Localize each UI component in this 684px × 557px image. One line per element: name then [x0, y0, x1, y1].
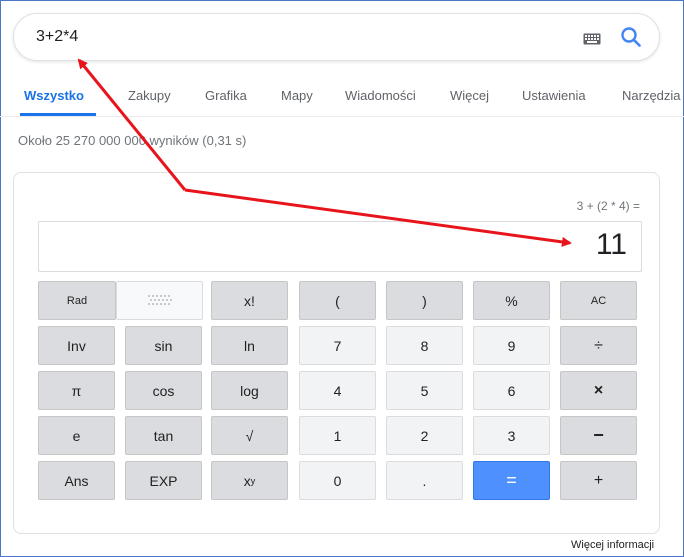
search-box[interactable]: 3+2*4 — [13, 13, 660, 61]
deg-toggle-button[interactable] — [116, 281, 203, 320]
digit-8-button[interactable]: 8 — [386, 326, 463, 365]
calculator-display: 11 — [38, 221, 642, 272]
digit-0-button[interactable]: 0 — [299, 461, 376, 500]
inv-button[interactable]: Inv — [38, 326, 115, 365]
power-button[interactable]: xy — [211, 461, 288, 500]
search-tabs: Wszystko Zakupy Grafika Mapy Wiadomości … — [0, 88, 684, 118]
digit-9-button[interactable]: 9 — [473, 326, 550, 365]
log-button[interactable]: log — [211, 371, 288, 410]
tab-images[interactable]: Grafika — [205, 88, 247, 103]
tab-news[interactable]: Wiadomości — [345, 88, 416, 103]
power-exponent-label: y — [250, 475, 256, 486]
divide-button[interactable]: ÷ — [560, 326, 637, 365]
ans-button[interactable]: Ans — [38, 461, 115, 500]
digit-4-button[interactable]: 4 — [299, 371, 376, 410]
sqrt-button[interactable]: √ — [211, 416, 288, 455]
percent-button[interactable]: % — [473, 281, 550, 320]
tab-settings[interactable]: Ustawienia — [522, 88, 586, 103]
results-count: Około 25 270 000 000 wyników (0,31 s) — [18, 133, 247, 148]
tab-more[interactable]: Więcej — [450, 88, 489, 103]
plus-button[interactable]: + — [560, 461, 637, 500]
tab-shopping[interactable]: Zakupy — [128, 88, 171, 103]
clear-button[interactable]: AC — [560, 281, 637, 320]
ln-button[interactable]: ln — [211, 326, 288, 365]
tab-maps[interactable]: Mapy — [281, 88, 313, 103]
digit-7-button[interactable]: 7 — [299, 326, 376, 365]
open-paren-button[interactable]: ( — [299, 281, 376, 320]
search-icon[interactable] — [620, 26, 642, 53]
dotted-toggle-icon — [147, 293, 173, 309]
digit-3-button[interactable]: 3 — [473, 416, 550, 455]
digit-5-button[interactable]: 5 — [386, 371, 463, 410]
calculator-card: 3 + (2 * 4) = 11 Rad x! ( ) % AC Inv sin… — [13, 172, 660, 534]
rad-button[interactable]: Rad — [38, 281, 116, 320]
digit-2-button[interactable]: 2 — [386, 416, 463, 455]
tab-tools[interactable]: Narzędzia — [622, 88, 681, 103]
calculator-result: 11 — [595, 228, 627, 261]
multiply-button[interactable]: × — [560, 371, 637, 410]
tabs-divider — [0, 116, 684, 117]
search-input[interactable]: 3+2*4 — [36, 28, 78, 46]
power-base-label: x — [243, 472, 251, 489]
digit-6-button[interactable]: 6 — [473, 371, 550, 410]
equals-button[interactable]: = — [473, 461, 550, 500]
pi-button[interactable]: π — [38, 371, 115, 410]
close-paren-button[interactable]: ) — [386, 281, 463, 320]
more-info-link[interactable]: Więcej informacji — [571, 539, 654, 551]
e-button[interactable]: e — [38, 416, 115, 455]
tan-button[interactable]: tan — [125, 416, 202, 455]
minus-button[interactable]: − — [560, 416, 637, 455]
digit-1-button[interactable]: 1 — [299, 416, 376, 455]
calculator-expression: 3 + (2 * 4) = — [576, 199, 640, 213]
cos-button[interactable]: cos — [125, 371, 202, 410]
decimal-button[interactable]: . — [386, 461, 463, 500]
keyboard-icon[interactable] — [583, 32, 601, 50]
exp-button[interactable]: EXP — [125, 461, 202, 500]
tab-all[interactable]: Wszystko — [24, 88, 84, 103]
sin-button[interactable]: sin — [125, 326, 202, 365]
factorial-button[interactable]: x! — [211, 281, 288, 320]
